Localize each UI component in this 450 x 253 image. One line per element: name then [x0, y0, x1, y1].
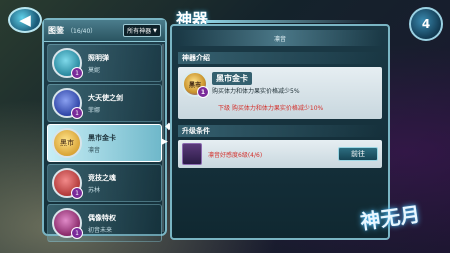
upgrade-condition-text: 凛音好感度6级(4/6) — [208, 151, 263, 159]
artifact-owner: 凛音 — [88, 146, 101, 154]
artifact-name: 黑市金卡 — [212, 72, 252, 85]
collection-header: 图鉴 （16/40） 所有神器 ▼ — [44, 20, 165, 42]
page-number: 4 — [421, 17, 431, 31]
crossed-swords-icon: 1 — [52, 168, 83, 199]
artifact-detail-panel: 凛音 神器介绍 黑市 1 黑市金卡 购买体力和体力果实价格减少5% 下级 购买体… — [170, 24, 390, 240]
intro-section-heading: 神器介绍 — [178, 52, 382, 64]
artifact-owner: 菲娜 — [88, 106, 101, 114]
intro-box: 黑市 1 黑市金卡 购买体力和体力果实价格减少5% 下级 购买体力和体力果实价格… — [178, 67, 382, 119]
dropdown-triangle-icon: ▼ — [153, 27, 157, 34]
level-badge: 1 — [197, 86, 209, 98]
card-icon-label: 黑市 — [60, 139, 74, 147]
filter-selected-label: 所有神器 — [127, 28, 152, 35]
flare-icon: 1 — [52, 48, 83, 79]
sword-icon: 1 — [52, 88, 83, 119]
gold-card-icon: 黑市 1 — [182, 71, 209, 98]
next-level-description: 下级 购买体力和体力果实价格减少10% — [218, 105, 324, 112]
level-badge: 1 — [71, 227, 83, 239]
collection-count: （16/40） — [67, 28, 97, 35]
list-scrollbar[interactable] — [162, 44, 164, 232]
artifact-item-idol-privilege[interactable]: 1 偶像特权 初音未来 — [47, 204, 162, 242]
artifact-owner: 苏林 — [88, 186, 101, 194]
artifact-item-arena-soul[interactable]: 1 竞技之魂 苏林 — [47, 164, 162, 202]
collection-title: 图鉴 — [48, 26, 64, 35]
artifact-description: 购买体力和体力果实价格减少5% — [212, 88, 300, 95]
gold-card-icon: 黑市 — [52, 128, 82, 158]
go-button[interactable]: 前往 — [338, 147, 378, 161]
artifact-name: 竞技之魂 — [88, 173, 116, 182]
upgrade-condition-box: 凛音好感度6级(4/6) 前往 — [178, 140, 382, 168]
artifact-item-black-market-card[interactable]: 黑市 黑市金卡 凛音 ▶ — [47, 124, 168, 162]
back-button[interactable]: ◀ — [8, 7, 42, 33]
level-badge: 1 — [71, 187, 83, 199]
owner-banner: 凛音 — [178, 30, 382, 46]
artifact-name: 照明弹 — [88, 53, 109, 62]
game-logo: 神无月 — [358, 201, 422, 234]
idol-ticket-icon: 1 — [52, 208, 83, 239]
back-arrow-icon: ◀ — [19, 11, 31, 29]
artifact-name: 黑市金卡 — [88, 133, 116, 142]
level-badge: 1 — [71, 67, 83, 79]
artifact-name: 大天使之剑 — [88, 93, 123, 102]
title-underline — [206, 20, 376, 23]
character-avatar — [182, 143, 202, 165]
artifact-filter-dropdown[interactable]: 所有神器 ▼ — [123, 24, 161, 37]
artifact-owner: 莫妮 — [88, 66, 101, 74]
artifact-name: 偶像特权 — [88, 213, 116, 222]
artifact-list: 1 照明弹 莫妮 1 大天使之剑 菲娜 黑市 黑市金卡 凛音 ▶ 1 竞技之魂 … — [44, 44, 168, 242]
upgrade-section-heading: 升级条件 — [178, 125, 382, 137]
level-badge: 1 — [71, 107, 83, 119]
artifact-item-archangel-sword[interactable]: 1 大天使之剑 菲娜 — [47, 84, 162, 122]
artifact-owner: 初音未来 — [88, 226, 113, 234]
collection-panel: 图鉴 （16/40） 所有神器 ▼ 1 照明弹 莫妮 1 大天使之剑 菲娜 黑市… — [42, 18, 168, 242]
artifact-item-zhaomingdan[interactable]: 1 照明弹 莫妮 — [47, 44, 162, 82]
page-indicator-button[interactable]: 4 — [409, 7, 443, 41]
